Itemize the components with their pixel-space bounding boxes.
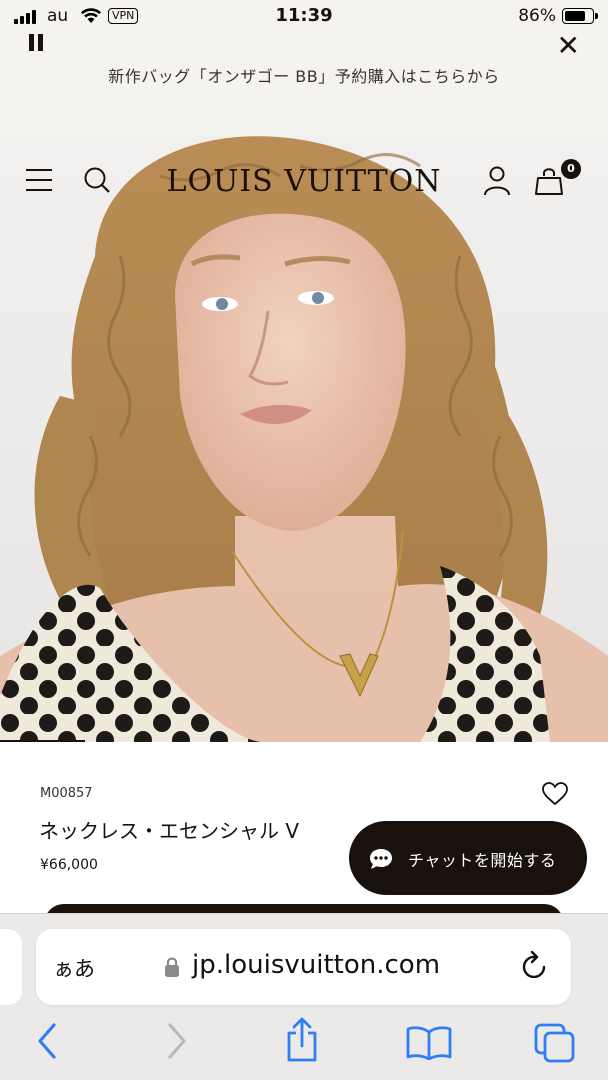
bookmarks-icon[interactable] <box>406 1026 452 1060</box>
model-photo <box>0 136 608 742</box>
product-price: ¥66,000 <box>40 857 98 873</box>
reload-icon[interactable] <box>520 950 550 982</box>
pause-icon[interactable] <box>27 34 45 52</box>
url-text[interactable]: jp.louisvuitton.com <box>192 950 440 980</box>
status-bar: au VPN 11:39 86% <box>0 0 608 34</box>
previous-tab-preview[interactable] <box>0 929 22 1005</box>
page-settings-button[interactable]: ぁあ <box>53 953 95 983</box>
forward-icon[interactable] <box>166 1022 188 1060</box>
heart-icon[interactable] <box>542 782 568 806</box>
address-bar[interactable]: ぁあ jp.louisvuitton.com <box>36 929 571 1005</box>
chat-bubble-icon <box>370 849 392 869</box>
tabs-icon[interactable] <box>533 1022 577 1064</box>
share-icon[interactable] <box>284 1017 320 1063</box>
close-icon[interactable]: ✕ <box>557 32 580 60</box>
product-sku: M00857 <box>40 786 93 801</box>
lock-icon <box>165 957 179 977</box>
clock: 11:39 <box>275 5 333 26</box>
battery-icon <box>562 8 598 24</box>
chat-label: チャットを開始する <box>408 851 557 870</box>
user-icon[interactable] <box>483 166 511 196</box>
promo-banner[interactable]: ✕ 新作バッグ「オンザゴー BB」予約購入はこちらから <box>0 32 608 136</box>
cart-count-badge: 0 <box>561 159 581 179</box>
battery-percentage: 86% <box>518 6 556 26</box>
start-chat-button[interactable]: チャットを開始する <box>349 821 587 895</box>
back-icon[interactable] <box>36 1022 58 1060</box>
shopping-bag-icon[interactable] <box>535 166 563 196</box>
brand-logo[interactable]: LOUIS VUITTON <box>0 164 608 199</box>
product-name: ネックレス・エセンシャル V <box>39 819 300 843</box>
hero-image[interactable] <box>0 136 608 742</box>
carousel-progress <box>0 740 86 742</box>
promo-text[interactable]: 新作バッグ「オンザゴー BB」予約購入はこちらから <box>0 63 608 87</box>
